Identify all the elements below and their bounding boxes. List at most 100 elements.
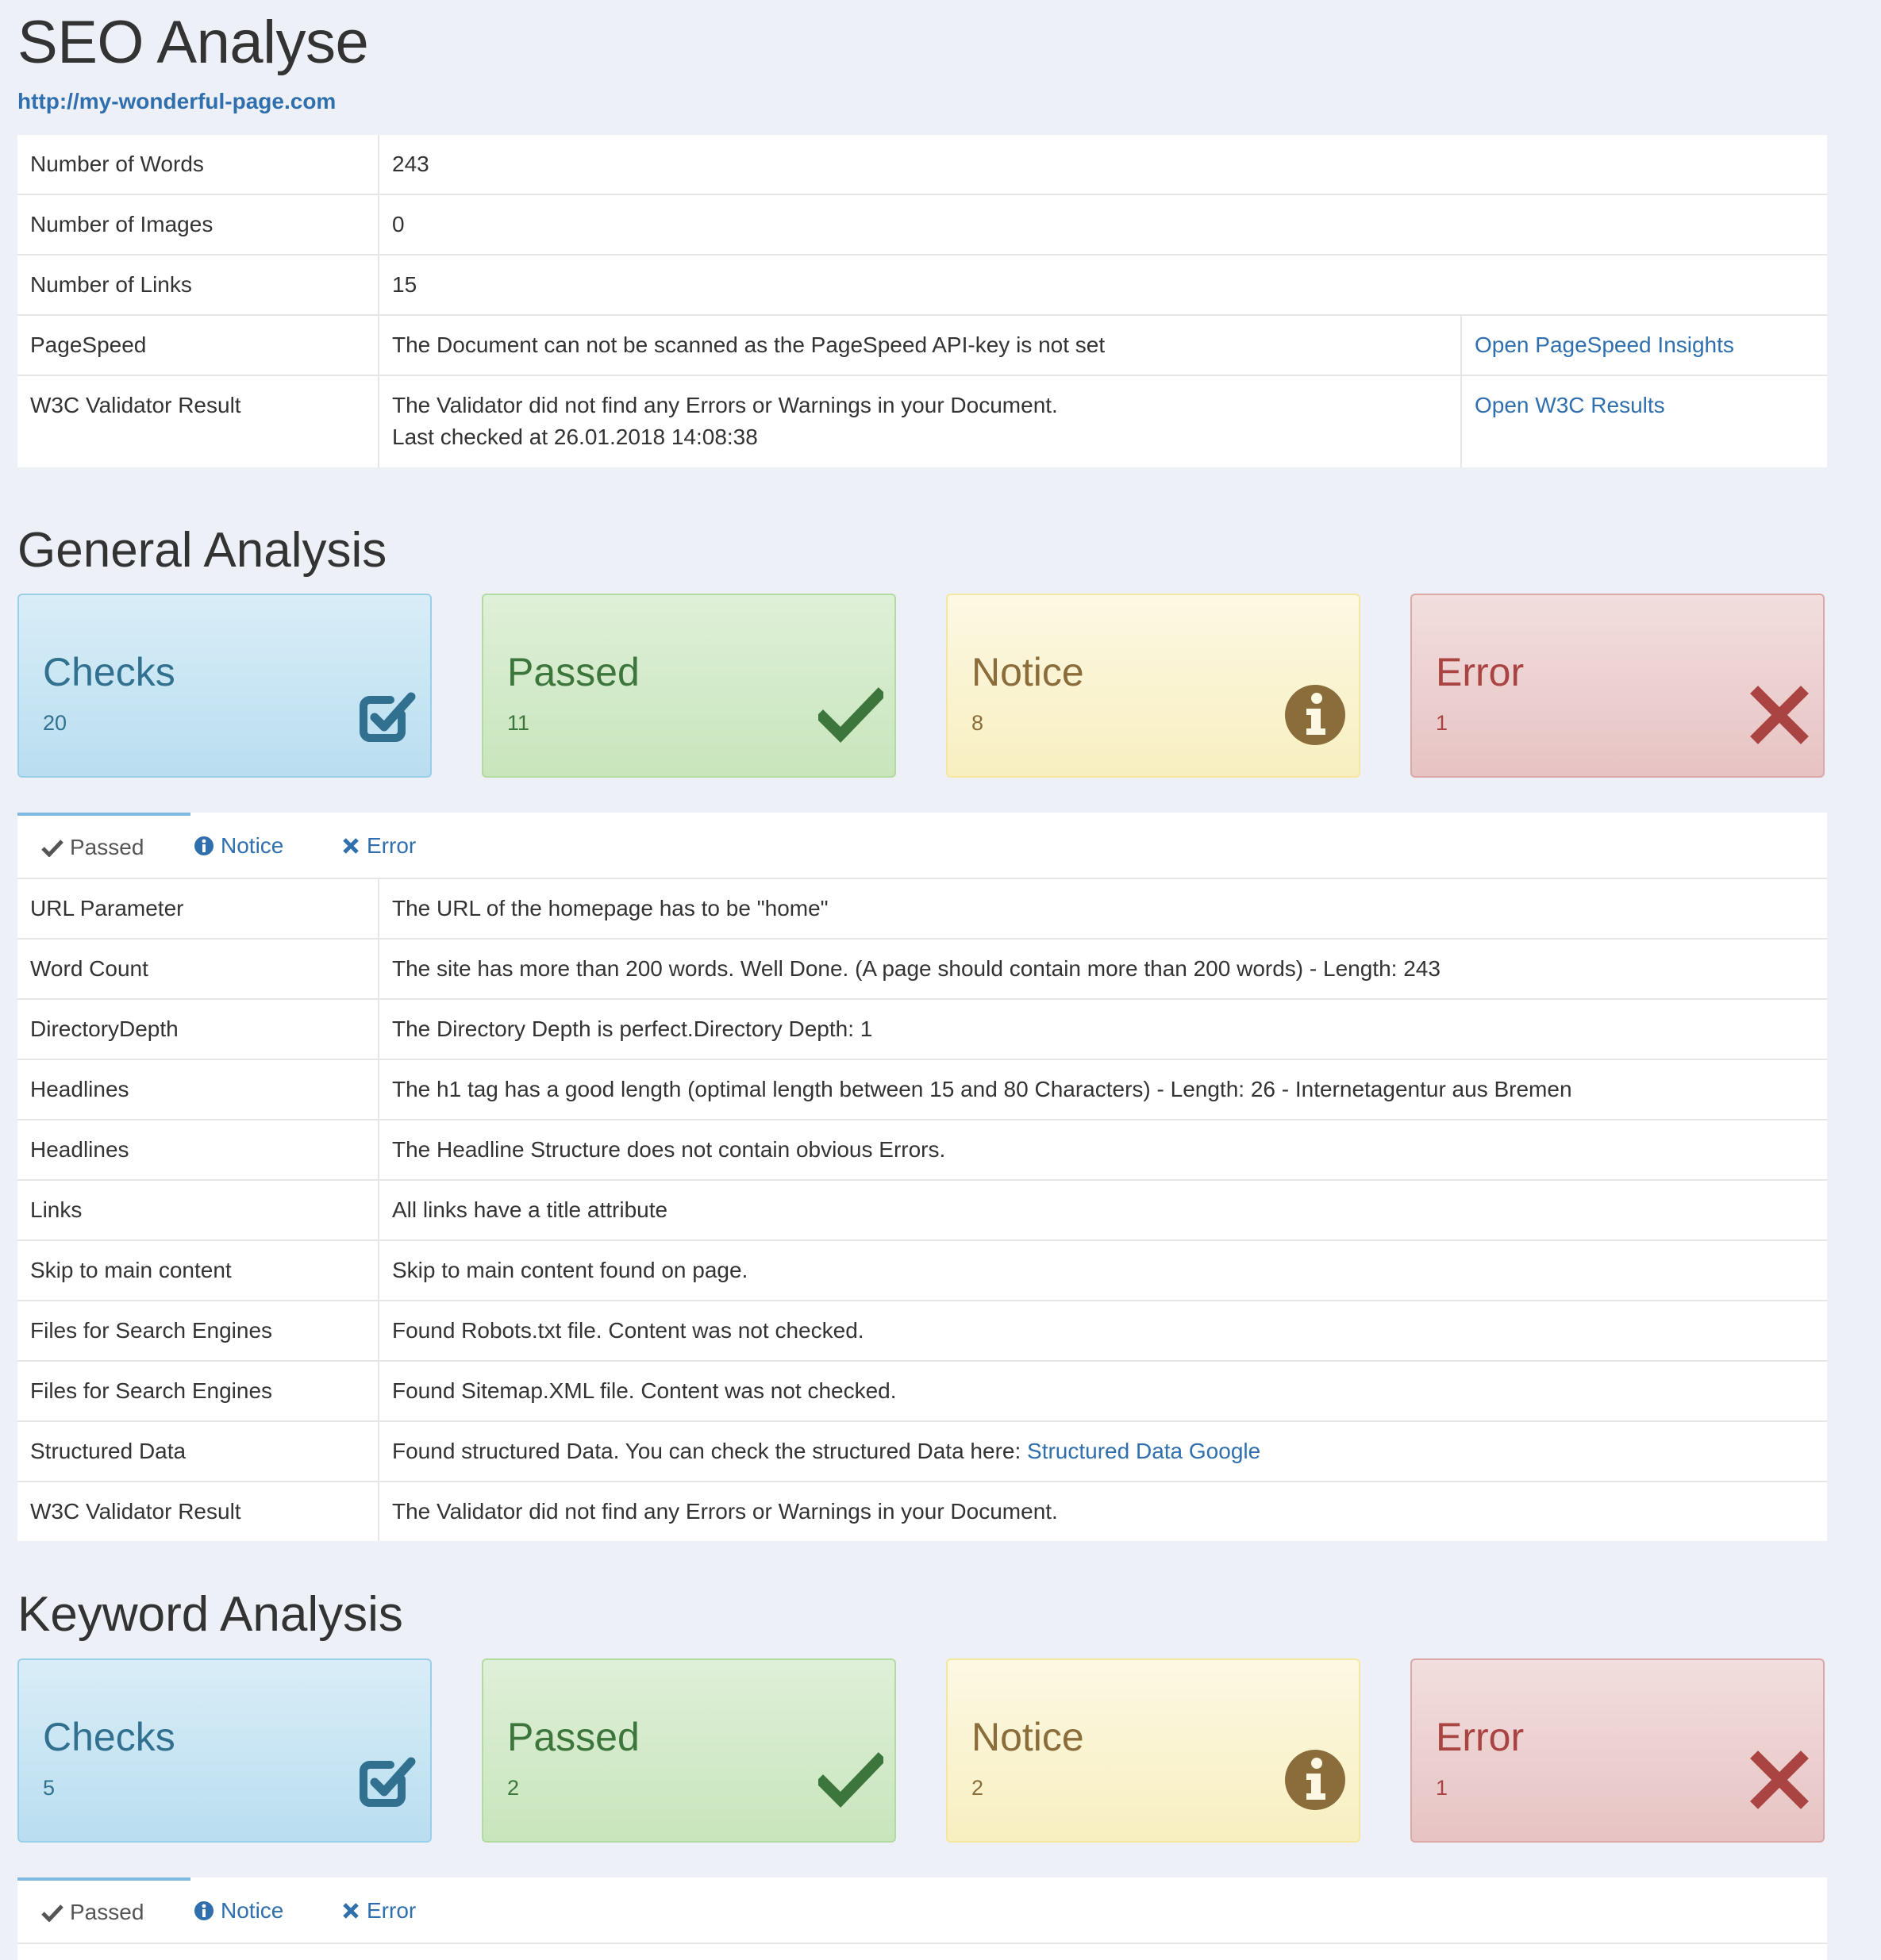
row-label: Skip to main content bbox=[30, 1258, 232, 1282]
row-value: The Validator did not find any Errors or… bbox=[392, 393, 1058, 417]
table-row: Headlines The h1 tag has a good length (o… bbox=[17, 1059, 1827, 1120]
row-value: 243 bbox=[392, 152, 429, 176]
close-x-icon bbox=[343, 1902, 359, 1919]
row-value: The h1 tag has a good length (optimal le… bbox=[392, 1077, 1572, 1101]
general-result-tabs: Passed Notice Error bbox=[17, 813, 1827, 879]
tab-notice[interactable]: Notice bbox=[194, 813, 283, 878]
row-label: Files for Search Engines bbox=[30, 1378, 273, 1403]
info-circle-icon bbox=[1285, 685, 1345, 745]
row-value: Found Robots.txt file. Content was not c… bbox=[392, 1318, 864, 1343]
notice-card: Notice 2 bbox=[946, 1658, 1360, 1843]
tab-passed[interactable]: Passed bbox=[17, 813, 190, 881]
table-row: Skip to main content Skip to main content… bbox=[17, 1239, 1827, 1301]
checks-card: Checks 5 bbox=[17, 1658, 432, 1843]
row-value: The Directory Depth is perfect.Directory… bbox=[392, 1017, 873, 1041]
card-count: 20 bbox=[43, 711, 67, 735]
row-value: The Document can not be scanned as the P… bbox=[392, 332, 1106, 357]
row-label: Number of Images bbox=[30, 212, 213, 236]
site-url-link[interactable]: http://my-wonderful-page.com bbox=[17, 89, 336, 114]
table-row: DirectoryDepth The Directory Depth is per… bbox=[17, 998, 1827, 1059]
card-count: 1 bbox=[1436, 1776, 1448, 1800]
general-results-table: URL Parameter The URL of the homepage has… bbox=[17, 879, 1827, 1541]
row-value: Found structured Data. You can check the… bbox=[392, 1439, 1028, 1463]
card-title: Notice bbox=[971, 1715, 1084, 1759]
table-row: Structured Data Found structured Data. Yo… bbox=[17, 1420, 1827, 1482]
row-value: The Validator did not find any Errors or… bbox=[392, 1499, 1058, 1524]
card-title: Checks bbox=[43, 1715, 175, 1759]
row-value: The Headline Structure does not contain … bbox=[392, 1137, 946, 1162]
checks-card: Checks 20 bbox=[17, 594, 432, 778]
close-x-icon bbox=[343, 837, 359, 854]
table-row: W3C Validator Result The Validator did n… bbox=[17, 375, 1827, 467]
general-stat-cards: Checks 20 Passed 11 Notice 8 Error 1 bbox=[17, 594, 1827, 781]
keyword-result-tabs: Passed Notice Error bbox=[17, 1877, 1827, 1944]
card-count: 2 bbox=[971, 1776, 984, 1800]
info-circle-icon bbox=[1285, 1750, 1345, 1810]
structured-data-google-link[interactable]: Structured Data Google bbox=[1027, 1439, 1260, 1463]
row-label: Headlines bbox=[30, 1077, 129, 1101]
open-pagespeed-link[interactable]: Open PageSpeed Insights bbox=[1475, 332, 1734, 357]
checkmark-icon bbox=[41, 839, 63, 857]
keyword-results-table bbox=[17, 1944, 1827, 1960]
error-card: Error 1 bbox=[1410, 594, 1825, 778]
row-label: Headlines bbox=[30, 1137, 129, 1162]
error-card: Error 1 bbox=[1410, 1658, 1825, 1843]
last-checked-text: Last checked at 26.01.2018 14:08:38 bbox=[392, 425, 758, 449]
card-count: 1 bbox=[1436, 711, 1448, 735]
notice-card: Notice 8 bbox=[946, 594, 1360, 778]
close-x-icon bbox=[1750, 686, 1809, 744]
table-row: Number of Words 243 bbox=[17, 135, 1827, 194]
tab-notice[interactable]: Notice bbox=[194, 1877, 283, 1943]
checkmark-icon bbox=[818, 1752, 883, 1808]
table-row: URL Parameter The URL of the homepage has… bbox=[17, 879, 1827, 939]
card-title: Error bbox=[1436, 650, 1525, 694]
card-title: Checks bbox=[43, 650, 175, 694]
checkbox-checked-icon bbox=[360, 692, 416, 742]
row-label: Structured Data bbox=[30, 1439, 187, 1463]
tab-label: Notice bbox=[221, 833, 284, 858]
row-label: W3C Validator Result bbox=[30, 1499, 241, 1524]
card-count: 2 bbox=[507, 1776, 520, 1800]
table-row: W3C Validator Result The Validator did no… bbox=[17, 1481, 1827, 1541]
card-count: 8 bbox=[971, 711, 984, 735]
tab-passed[interactable]: Passed bbox=[17, 1877, 190, 1946]
row-label: PageSpeed bbox=[30, 332, 147, 357]
row-value: The site has more than 200 words. Well D… bbox=[392, 956, 1441, 981]
row-label: W3C Validator Result bbox=[30, 393, 241, 417]
row-value: 0 bbox=[392, 212, 405, 236]
row-label: DirectoryDepth bbox=[30, 1017, 179, 1041]
passed-card: Passed 11 bbox=[482, 594, 896, 778]
card-count: 11 bbox=[507, 711, 530, 735]
table-row: Files for Search Engines Found Robots.txt… bbox=[17, 1300, 1827, 1361]
tab-label: Error bbox=[367, 1898, 417, 1923]
page-title: SEO Analyse bbox=[17, 9, 369, 76]
card-title: Error bbox=[1436, 1715, 1525, 1759]
tab-label: Passed bbox=[70, 835, 144, 859]
row-value: The URL of the homepage has to be "home" bbox=[392, 896, 829, 920]
row-label: Links bbox=[30, 1197, 83, 1222]
row-value: 15 bbox=[392, 272, 417, 297]
table-row: Links All links have a title attribute bbox=[17, 1179, 1827, 1240]
row-value: Skip to main content found on page. bbox=[392, 1258, 748, 1282]
row-label: Word Count bbox=[30, 956, 148, 981]
keyword-analysis-title: Keyword Analysis bbox=[17, 1587, 403, 1642]
tab-label: Error bbox=[367, 833, 417, 858]
row-label: Files for Search Engines bbox=[30, 1318, 273, 1343]
table-row: PageSpeed The Document can not be scanne… bbox=[17, 314, 1827, 375]
keyword-stat-cards: Checks 5 Passed 2 Notice 2 Error 1 bbox=[17, 1658, 1827, 1846]
tab-error[interactable]: Error bbox=[341, 1877, 416, 1943]
card-title: Passed bbox=[507, 650, 640, 694]
close-x-icon bbox=[1750, 1751, 1809, 1809]
table-row: Number of Images 0 bbox=[17, 194, 1827, 255]
tab-label: Notice bbox=[221, 1898, 284, 1923]
row-value: Found Sitemap.XML file. Content was not … bbox=[392, 1378, 897, 1403]
info-circle-icon bbox=[194, 836, 213, 855]
card-title: Notice bbox=[971, 650, 1084, 694]
row-label: URL Parameter bbox=[30, 896, 184, 920]
checkmark-icon bbox=[41, 1904, 63, 1922]
passed-card: Passed 2 bbox=[482, 1658, 896, 1843]
table-row: Headlines The Headline Structure does not… bbox=[17, 1119, 1827, 1180]
general-analysis-title: General Analysis bbox=[17, 523, 387, 578]
tab-error[interactable]: Error bbox=[341, 813, 416, 878]
open-w3c-link[interactable]: Open W3C Results bbox=[1475, 393, 1665, 417]
